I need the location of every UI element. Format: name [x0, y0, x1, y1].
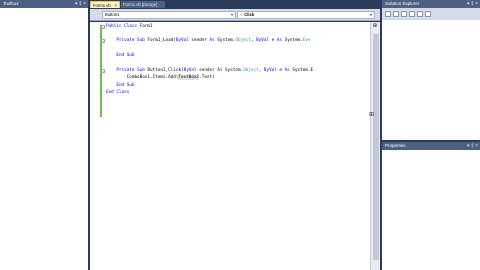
pin-icon[interactable]: ▾ — [75, 1, 78, 7]
code-line-2: Private Sub Form1_Load(ByVal sender As S… — [116, 38, 311, 43]
close-icon[interactable]: × — [475, 1, 478, 7]
show-all-files-icon[interactable] — [393, 11, 399, 17]
tab-label: Form1.vb [Design] — [123, 2, 158, 7]
method-name-dropdown[interactable]: ϟ Click ▾ — [237, 11, 375, 19]
code-editor[interactable]: − Public Class Form1 − Private Sub Form1… — [90, 22, 370, 270]
indicator-margin — [90, 22, 99, 270]
close-icon[interactable]: × — [475, 143, 478, 149]
solution-explorer-panel — [382, 20, 480, 140]
code-line-7: End Class — [106, 90, 130, 95]
toolbox-title: Toolbox — [3, 1, 19, 6]
solution-explorer-title: Solution Explorer — [385, 1, 420, 6]
view-designer-icon[interactable] — [417, 11, 423, 17]
toolbox-panel — [0, 8, 88, 270]
solution-explorer-toolbar — [382, 8, 480, 20]
scrollbar-thumb[interactable] — [373, 34, 379, 260]
class-diagram-icon[interactable] — [425, 11, 431, 17]
class-name-dropdown[interactable]: Button1 ▾ — [102, 11, 236, 19]
editor-tabstrip: Form1.vb × Form1.vb [Design] — [90, 0, 380, 8]
view-code-icon[interactable] — [409, 11, 415, 17]
solution-explorer-title-bar: Solution Explorer ▾ ‡ × — [382, 0, 480, 8]
tab-label: Form1.vb — [93, 3, 111, 8]
code-line-5: ComboBox1.Items.Add(TextBox1.Text) — [106, 75, 215, 80]
navigation-bar: Button1 ▾ ϟ Click ▾ — [90, 9, 380, 21]
event-bolt-icon: ϟ — [240, 12, 243, 17]
collapse-icon[interactable]: − — [101, 25, 105, 29]
dropdown-icon[interactable]: ▾ — [467, 1, 470, 7]
method-name-value: Click — [244, 12, 255, 17]
resize-handle-icon[interactable]: ⊞ — [369, 111, 374, 118]
tab-form1-design[interactable]: Form1.vb [Design] — [121, 1, 165, 8]
code-line-1: Public Class Form1 — [106, 24, 153, 29]
refresh-icon[interactable] — [401, 11, 407, 17]
code-line-3: End Sub — [116, 53, 135, 58]
properties-title-bar: Properties ▾ ‡ × — [382, 142, 480, 150]
pin-icon[interactable]: ‡ — [471, 143, 474, 149]
collapse-icon[interactable]: − — [101, 69, 105, 73]
code-line-4: Private Sub Button1_Click(ByVal sender A… — [116, 68, 314, 73]
tab-form1-vb[interactable]: Form1.vb × — [90, 1, 120, 8]
toolbox-title-bar: Toolbox ▾ ‡ × — [0, 0, 88, 8]
properties-icon[interactable] — [385, 11, 391, 17]
pin-icon[interactable]: ‡ — [471, 1, 474, 7]
properties-title: Properties — [385, 143, 406, 148]
properties-panel — [382, 150, 480, 270]
class-name-value: Button1 — [105, 12, 120, 17]
collapse-icon[interactable]: − — [101, 39, 105, 43]
pin-icon[interactable]: ‡ — [79, 1, 82, 7]
vertical-scrollbar[interactable] — [370, 22, 380, 270]
close-icon[interactable]: × — [83, 1, 86, 7]
chevron-down-icon[interactable]: ▾ — [370, 12, 372, 18]
highlighted-identifier: TextBox1 — [178, 75, 200, 80]
splitter-icon[interactable]: ⊕ — [371, 23, 379, 29]
code-line-6: End Sub — [116, 83, 135, 88]
close-icon[interactable]: × — [115, 2, 117, 9]
dropdown-icon[interactable]: ▾ — [467, 143, 470, 149]
chevron-down-icon[interactable]: ▾ — [231, 12, 233, 18]
